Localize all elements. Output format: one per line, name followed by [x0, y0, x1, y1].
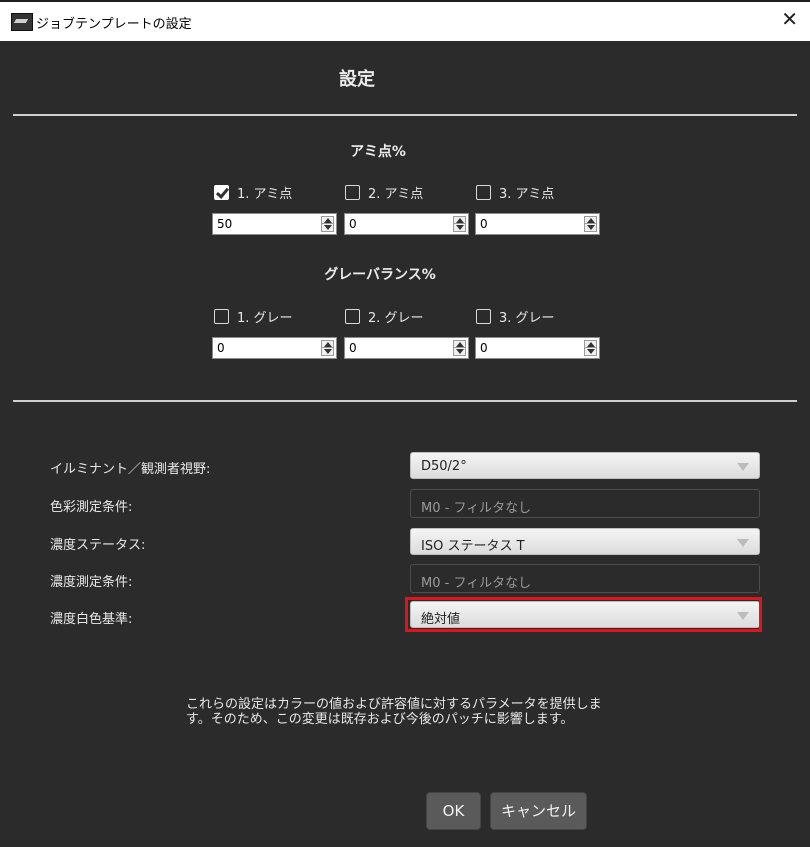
checkbox-icon[interactable]	[214, 309, 229, 324]
top-divider	[13, 114, 797, 116]
close-icon[interactable]: ✕	[781, 9, 798, 29]
dropdown-arrow-icon[interactable]	[737, 612, 749, 620]
density-condition-label: 濃度測定条件:	[50, 575, 133, 590]
ami-checkbox-2[interactable]: 2. アミ点	[345, 183, 423, 202]
settings-title: 設定	[339, 69, 375, 90]
spin-arrows-icon[interactable]	[453, 216, 466, 232]
gray-value-2[interactable]: 0	[349, 341, 357, 355]
ami-label-1: 1. アミ点	[237, 187, 293, 202]
dropdown-arrow-icon[interactable]	[737, 463, 749, 471]
density-condition-value: M0 - フィルタなし	[421, 576, 532, 591]
app-icon	[11, 13, 33, 31]
spin-arrows-icon[interactable]	[453, 340, 466, 356]
color-condition-label: 色彩測定条件:	[50, 500, 133, 515]
ami-label-2: 2. アミ点	[368, 187, 424, 202]
middle-divider	[13, 400, 797, 402]
gray-checkbox-3[interactable]: 3. グレー	[476, 307, 555, 326]
checkbox-icon[interactable]	[345, 185, 360, 200]
checkbox-icon[interactable]	[345, 309, 360, 324]
spin-down-icon[interactable]	[587, 349, 595, 354]
window-title: ジョブテンプレートの設定	[36, 17, 192, 32]
ami-value-2[interactable]: 0	[349, 217, 357, 231]
spin-arrows-icon[interactable]	[321, 340, 334, 356]
illuminant-select[interactable]: D50/2°	[410, 452, 760, 479]
spin-down-icon[interactable]	[456, 349, 464, 354]
checkbox-icon[interactable]	[476, 309, 491, 324]
gray-value-3[interactable]: 0	[480, 341, 488, 355]
spin-arrows-icon[interactable]	[584, 216, 597, 232]
info-line-2: す。そのため、この変更は既存および今後のパッチに影響します。	[186, 712, 574, 727]
density-white-value: 絶対値	[421, 612, 461, 627]
density-condition-field: M0 - フィルタなし	[410, 564, 760, 593]
ami-value-3[interactable]: 0	[480, 217, 488, 231]
density-status-label: 濃度ステータス:	[50, 538, 146, 553]
info-text: これらの設定はカラーの値および許容値に対するパラメータを提供しま す。そのため、…	[186, 697, 606, 727]
dropdown-arrow-icon[interactable]	[737, 539, 749, 547]
illuminant-value: D50/2°	[421, 459, 467, 474]
ami-spinner-1[interactable]: 50	[212, 213, 337, 235]
ami-checkbox-3[interactable]: 3. アミ点	[476, 183, 554, 202]
spin-arrows-icon[interactable]	[584, 340, 597, 356]
ami-heading: アミ点%	[350, 144, 406, 160]
cancel-button[interactable]: キャンセル	[490, 792, 587, 830]
gray-label-3: 3. グレー	[499, 311, 555, 326]
gray-label-1: 1. グレー	[237, 311, 293, 326]
gray-spinner-2[interactable]: 0	[344, 337, 469, 359]
illuminant-label: イルミナント／観測者視野:	[50, 462, 211, 477]
gray-checkbox-2[interactable]: 2. グレー	[345, 307, 424, 326]
spin-down-icon[interactable]	[456, 225, 464, 230]
gray-value-1[interactable]: 0	[217, 341, 225, 355]
ami-value-1[interactable]: 50	[217, 217, 232, 231]
gray-label-2: 2. グレー	[368, 311, 424, 326]
color-condition-value: M0 - フィルタなし	[421, 501, 532, 516]
info-line-1: これらの設定はカラーの値および許容値に対するパラメータを提供しま	[186, 697, 602, 712]
gray-heading: グレーバランス%	[324, 267, 436, 283]
checkbox-checked-icon[interactable]	[214, 185, 229, 200]
gray-spinner-1[interactable]: 0	[212, 337, 337, 359]
spin-down-icon[interactable]	[587, 225, 595, 230]
density-status-select[interactable]: ISO ステータス T	[410, 528, 760, 555]
density-status-value: ISO ステータス T	[421, 539, 525, 554]
ok-button[interactable]: OK	[426, 792, 481, 830]
checkbox-icon[interactable]	[476, 185, 491, 200]
ami-checkbox-1[interactable]: 1. アミ点	[214, 183, 292, 202]
density-white-select[interactable]: 絶対値	[410, 601, 760, 628]
spin-down-icon[interactable]	[324, 349, 332, 354]
ami-label-3: 3. アミ点	[499, 187, 555, 202]
dialog-content: 設定 アミ点% 1. アミ点 2. アミ点 3. アミ点 50 0 0 グレーバ…	[0, 41, 810, 847]
gray-checkbox-1[interactable]: 1. グレー	[214, 307, 293, 326]
color-condition-field: M0 - フィルタなし	[410, 489, 760, 518]
spin-arrows-icon[interactable]	[321, 216, 334, 232]
density-white-label: 濃度白色基準:	[50, 612, 133, 627]
ami-spinner-2[interactable]: 0	[344, 213, 469, 235]
ami-spinner-3[interactable]: 0	[475, 213, 600, 235]
gray-spinner-3[interactable]: 0	[475, 337, 600, 359]
spin-down-icon[interactable]	[324, 225, 332, 230]
title-bar: ジョブテンプレートの設定 ✕	[0, 0, 810, 41]
